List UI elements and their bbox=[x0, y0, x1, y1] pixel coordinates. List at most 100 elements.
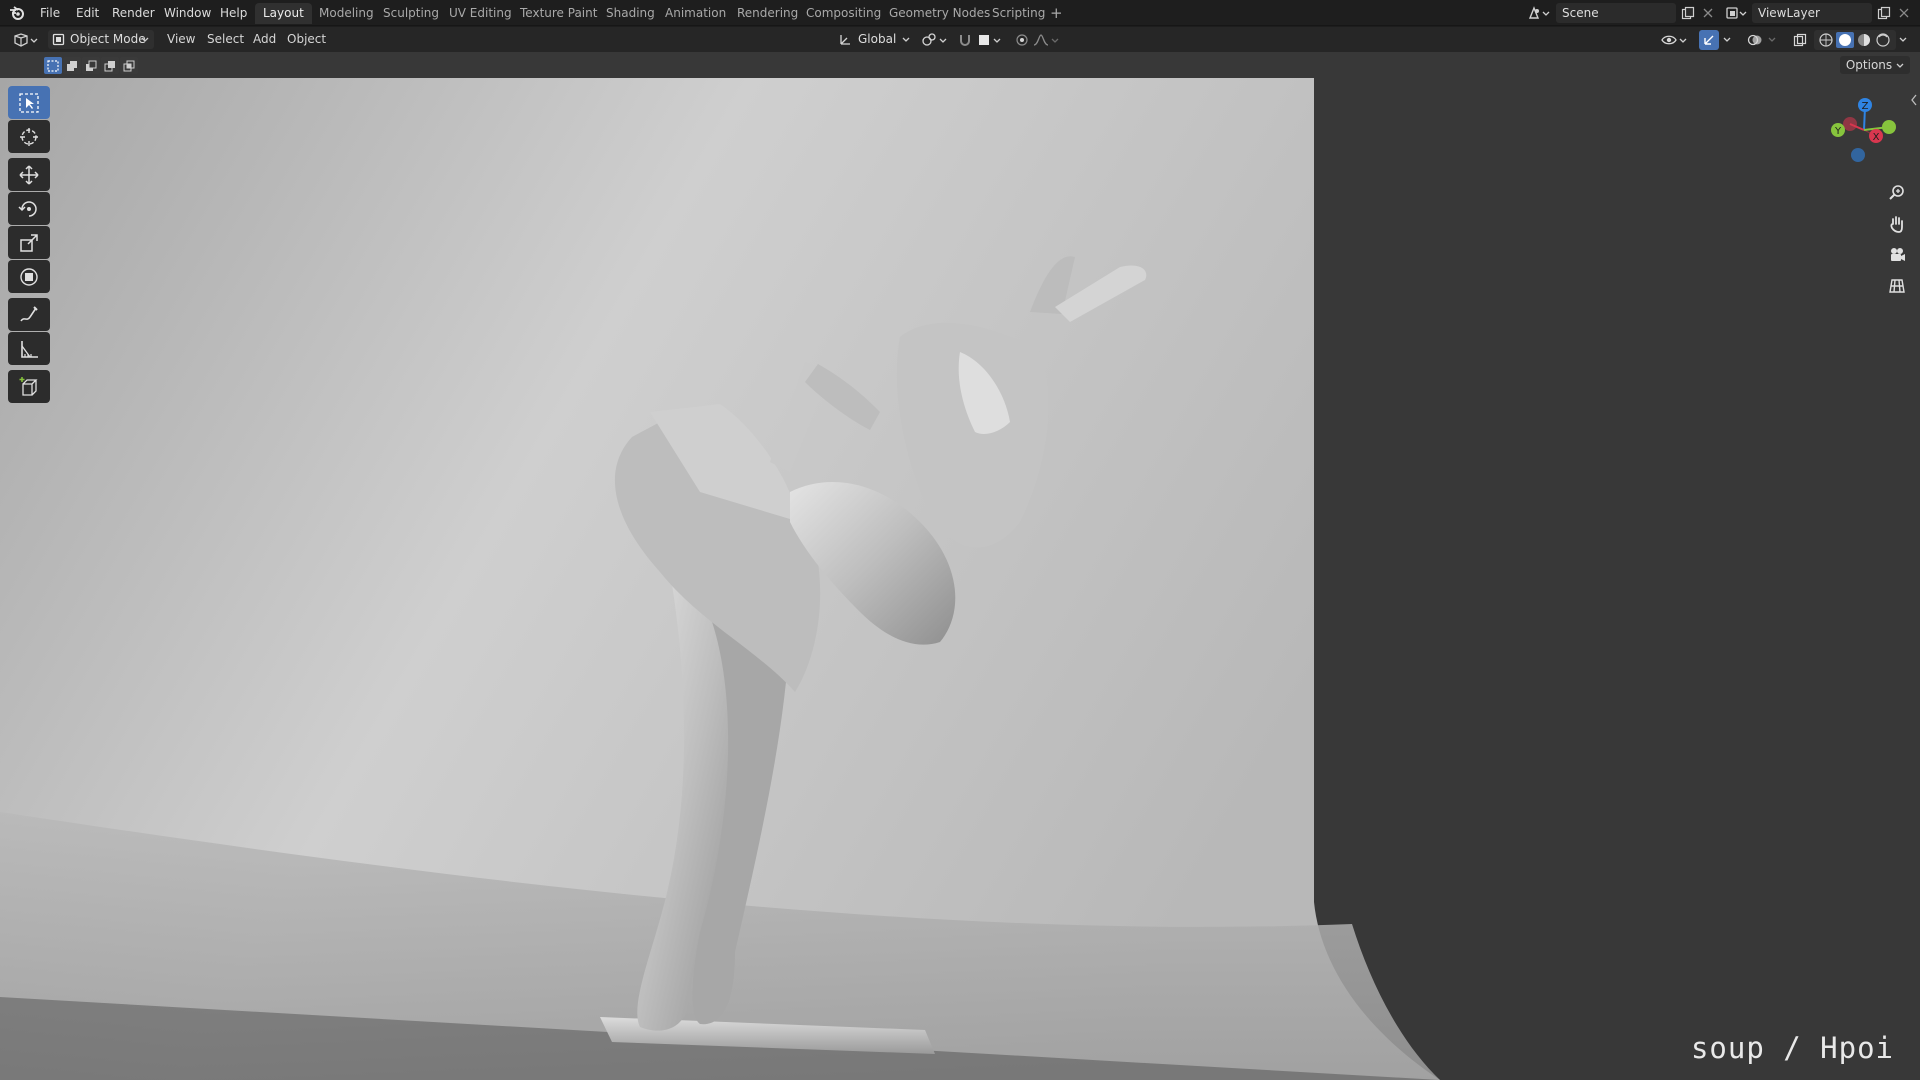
xray-icon bbox=[1793, 33, 1807, 47]
gizmo-toggle[interactable] bbox=[1699, 30, 1719, 50]
tool-transform[interactable] bbox=[8, 260, 50, 293]
select-mode-subtract-button[interactable] bbox=[82, 57, 100, 74]
tab-layout[interactable]: Layout bbox=[255, 3, 312, 24]
select-intersect-icon bbox=[123, 60, 135, 71]
navigation-gizmo[interactable]: Y Z X bbox=[1826, 90, 1902, 166]
select-box-icon bbox=[19, 92, 39, 113]
select-mode-set-button[interactable] bbox=[44, 57, 62, 74]
tab-rendering[interactable]: Rendering bbox=[729, 3, 806, 24]
pan-button[interactable] bbox=[1884, 211, 1910, 237]
menu-help[interactable]: Help bbox=[214, 0, 253, 26]
tab-sculpting[interactable]: Sculpting bbox=[375, 3, 447, 24]
camera-icon bbox=[1891, 248, 1905, 261]
snap-toggle[interactable] bbox=[955, 30, 975, 50]
annotate-icon bbox=[20, 305, 38, 321]
select-mode-intersect-button[interactable] bbox=[120, 57, 138, 74]
editor-type-button[interactable] bbox=[10, 30, 40, 50]
watermark-text: soup / Hpoi bbox=[1690, 1031, 1894, 1065]
sidebar-expand-icon[interactable] bbox=[1910, 94, 1918, 106]
view-layer-browse-button[interactable] bbox=[1722, 3, 1750, 23]
menu-window[interactable]: Window bbox=[158, 0, 217, 26]
view-layer-name-field[interactable]: ViewLayer bbox=[1752, 3, 1872, 23]
orientation-label: Global bbox=[858, 32, 897, 46]
new-view-layer-button[interactable] bbox=[1874, 3, 1894, 23]
shading-mode-group bbox=[1814, 30, 1896, 50]
view-layer-icon bbox=[1726, 7, 1747, 19]
object-mode-icon bbox=[52, 33, 65, 46]
camera-view-button[interactable] bbox=[1884, 242, 1910, 268]
snap-target-dropdown[interactable] bbox=[976, 30, 1006, 50]
chevron-down-icon bbox=[902, 37, 910, 42]
move-icon bbox=[19, 164, 39, 185]
tab-geometry-nodes[interactable]: Geometry Nodes bbox=[881, 3, 998, 24]
tool-scale[interactable] bbox=[8, 226, 50, 259]
tab-scripting[interactable]: Scripting bbox=[984, 3, 1053, 24]
menu-edit[interactable]: Edit bbox=[70, 0, 105, 26]
tab-animation[interactable]: Animation bbox=[657, 3, 734, 24]
overlays-icon bbox=[1747, 34, 1762, 46]
menu-object[interactable]: Object bbox=[287, 27, 326, 52]
chevron-down-icon bbox=[1899, 37, 1907, 42]
menu-select[interactable]: Select bbox=[207, 27, 244, 52]
tab-compositing[interactable]: Compositing bbox=[798, 3, 889, 24]
select-invert-icon bbox=[104, 60, 115, 71]
object-visibility-dropdown[interactable] bbox=[1660, 30, 1690, 50]
cursor-icon bbox=[20, 127, 38, 146]
falloff-curve-icon bbox=[1033, 34, 1059, 46]
zoom-button[interactable] bbox=[1884, 180, 1910, 206]
blender-logo-icon[interactable] bbox=[8, 4, 26, 22]
tool-annotate[interactable] bbox=[8, 298, 50, 331]
tab-uv-editing[interactable]: UV Editing bbox=[441, 3, 520, 24]
3d-viewport-icon bbox=[14, 33, 38, 47]
delete-scene-button[interactable] bbox=[1698, 3, 1718, 23]
tool-measure[interactable] bbox=[8, 332, 50, 365]
selection-mode-group bbox=[44, 57, 138, 74]
tool-add-cube[interactable] bbox=[8, 370, 50, 403]
select-mode-invert-button[interactable] bbox=[101, 57, 119, 74]
duplicate-icon bbox=[1681, 6, 1695, 20]
menu-file[interactable]: File bbox=[34, 0, 66, 26]
proportional-falloff-dropdown[interactable] bbox=[1032, 30, 1062, 50]
overlays-dropdown[interactable] bbox=[1765, 30, 1779, 50]
transform-orientation-dropdown[interactable]: Global bbox=[834, 30, 914, 49]
select-set-icon bbox=[47, 59, 59, 72]
gizmo-neg-z[interactable] bbox=[1851, 148, 1865, 162]
viewport-header: Object Mode View Select Add Object Globa… bbox=[0, 27, 1920, 52]
overlays-toggle[interactable] bbox=[1745, 30, 1765, 50]
shading-mode-icons bbox=[1819, 32, 1890, 48]
gizmo-pos-y-negative[interactable] bbox=[1882, 120, 1896, 134]
menu-render[interactable]: Render bbox=[106, 0, 161, 26]
tool-rotate[interactable] bbox=[8, 192, 50, 225]
scene-name-field[interactable]: Scene bbox=[1556, 3, 1676, 23]
shading-options-dropdown[interactable] bbox=[1896, 30, 1910, 50]
duplicate-icon bbox=[1877, 6, 1891, 20]
options-dropdown[interactable]: Options bbox=[1839, 56, 1910, 74]
pivot-icon bbox=[922, 33, 947, 46]
tab-texture-paint[interactable]: Texture Paint bbox=[512, 3, 605, 24]
mode-dropdown[interactable]: Object Mode bbox=[48, 30, 154, 49]
rotate-icon bbox=[18, 200, 37, 217]
gizmo-neg-x[interactable] bbox=[1843, 117, 1857, 131]
tab-shading[interactable]: Shading bbox=[598, 3, 663, 24]
tool-select-box[interactable] bbox=[8, 86, 50, 119]
measure-icon bbox=[21, 340, 38, 358]
proportional-edit-toggle[interactable] bbox=[1012, 30, 1032, 50]
menu-add[interactable]: Add bbox=[253, 27, 276, 52]
gizmo-z-label: Z bbox=[1862, 101, 1869, 112]
pivot-point-dropdown[interactable] bbox=[920, 30, 950, 50]
scene-browse-button[interactable] bbox=[1524, 3, 1554, 23]
xray-toggle[interactable] bbox=[1790, 30, 1810, 50]
tool-move[interactable] bbox=[8, 158, 50, 191]
add-cube-icon bbox=[19, 376, 38, 396]
tool-cursor[interactable] bbox=[8, 120, 50, 153]
projection-toggle-button[interactable] bbox=[1884, 273, 1910, 299]
select-mode-extend-button[interactable] bbox=[63, 57, 81, 74]
delete-view-layer-button[interactable] bbox=[1894, 3, 1914, 23]
new-scene-button[interactable] bbox=[1678, 3, 1698, 23]
gizmo-options-dropdown[interactable] bbox=[1720, 30, 1734, 50]
menu-view[interactable]: View bbox=[167, 27, 195, 52]
3d-viewport[interactable]: Options Y Z X soup / Hpoi bbox=[0, 52, 1920, 1080]
add-workspace-button[interactable]: + bbox=[1050, 3, 1063, 24]
tab-modeling[interactable]: Modeling bbox=[311, 3, 382, 24]
view-layer-name: ViewLayer bbox=[1758, 6, 1820, 20]
